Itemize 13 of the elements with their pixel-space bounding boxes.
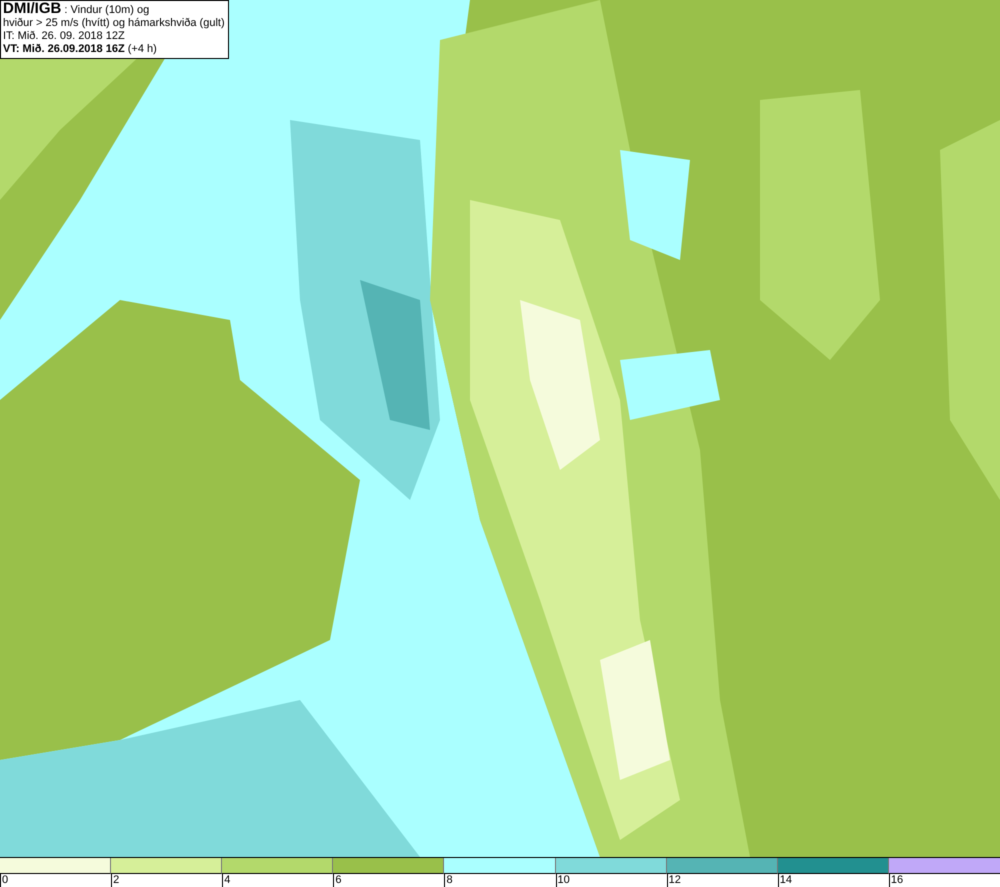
title-text: DMI/IGB : Vindur (10m) og bbox=[3, 2, 150, 17]
legend-label: 16 bbox=[888, 874, 904, 887]
legend-label: 6 bbox=[333, 874, 342, 887]
legend-label: 2 bbox=[111, 874, 120, 887]
legend-label: 0 bbox=[0, 874, 8, 887]
title-text: VT: Mið. 26.09.2018 16Z (+4 h) bbox=[3, 43, 158, 56]
title-text: hviður > 25 m/s (hvítt) og hámarkshviða (gult) bbox=[3, 17, 225, 30]
legend-label: 8 bbox=[444, 874, 453, 887]
legend-label: 14 bbox=[778, 874, 792, 887]
legend-label: 12 bbox=[666, 874, 681, 887]
legend-label: 10 bbox=[556, 874, 570, 887]
title-text: IT: Mið. 26. 09. 2018 12Z bbox=[3, 30, 126, 43]
legend-label: 4 bbox=[222, 874, 230, 887]
